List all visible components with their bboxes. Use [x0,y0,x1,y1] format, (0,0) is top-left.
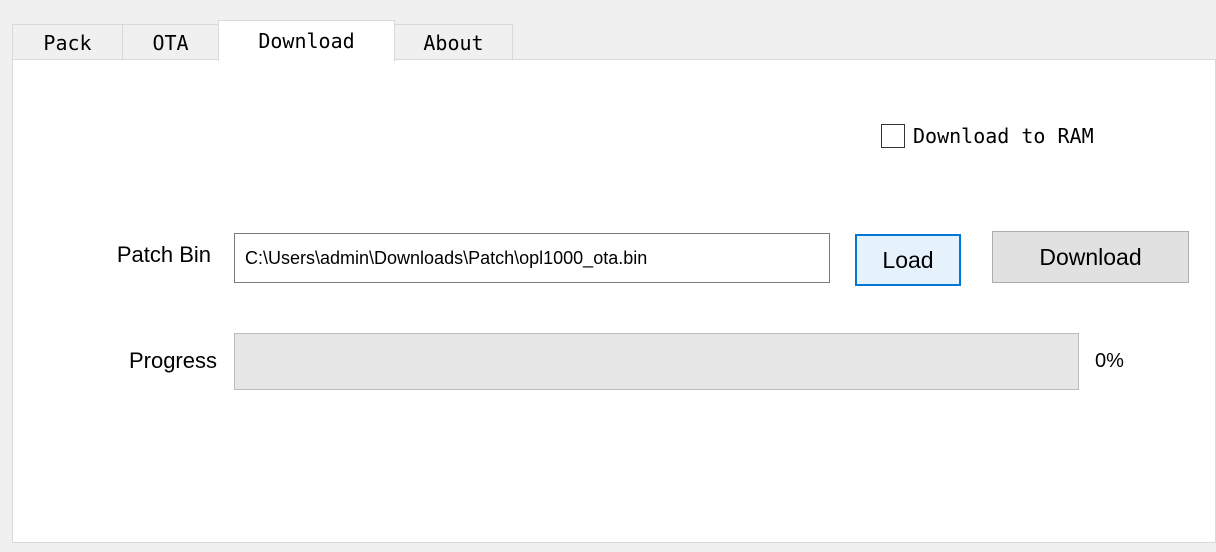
download-to-ram-label: Download to RAM [913,124,1094,148]
progress-bar [234,333,1079,390]
progress-percent: 0% [1095,350,1124,372]
download-button[interactable]: Download [992,231,1189,283]
patch-bin-path-input[interactable] [234,233,830,283]
tab-pack[interactable]: Pack [12,24,123,60]
download-to-ram-option[interactable]: Download to RAM [881,122,1094,150]
download-panel: Download to RAM Patch Bin Load Download … [12,59,1216,543]
tab-about[interactable]: About [394,24,513,60]
tab-strip: Pack OTA Download About [12,20,1216,61]
download-to-ram-checkbox[interactable] [881,124,905,148]
tab-ota[interactable]: OTA [122,24,219,60]
load-button[interactable]: Load [855,234,961,286]
patch-bin-label: Patch Bin [116,242,211,267]
tab-download[interactable]: Download [218,20,395,61]
progress-label: Progress [128,348,217,373]
